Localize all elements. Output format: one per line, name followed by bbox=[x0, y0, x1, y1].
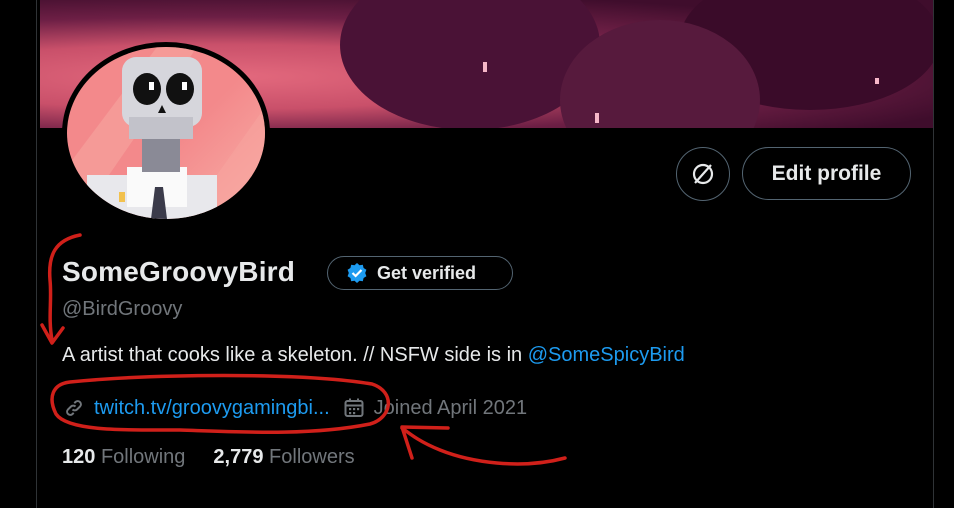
annotation-arrow-right-shaft bbox=[400, 426, 567, 466]
profile-meta: twitch.tv/groovygamingbi... Joined April… bbox=[62, 394, 527, 422]
no-entry-circle-icon bbox=[692, 163, 714, 185]
joined-date: Joined April 2021 bbox=[373, 396, 528, 419]
column-border-left bbox=[36, 0, 37, 508]
followers-label: Followers bbox=[269, 446, 355, 468]
website-link[interactable]: twitch.tv/groovygamingbi... bbox=[94, 397, 330, 420]
bio-mention-link[interactable]: @SomeSpicyBird bbox=[528, 344, 685, 366]
display-name: SomeGroovyBird bbox=[62, 256, 296, 287]
followers-count: 2,779 bbox=[213, 446, 264, 468]
annotation-arrowhead-right bbox=[400, 425, 450, 460]
column-border-right bbox=[933, 0, 934, 508]
more-options-button[interactable] bbox=[676, 147, 730, 201]
user-handle: @BirdGroovy bbox=[62, 298, 183, 320]
skeleton-avatar-image bbox=[67, 47, 265, 219]
bio-text: A artist that cooks like a skeleton. // … bbox=[62, 344, 528, 366]
profile-avatar[interactable] bbox=[62, 42, 270, 224]
edit-profile-button[interactable]: Edit profile bbox=[742, 147, 911, 200]
follow-counts: 120 Following 2,779 Followers bbox=[62, 446, 355, 469]
get-verified-label: Get verified bbox=[377, 262, 477, 283]
calendar-icon bbox=[344, 398, 364, 417]
following-label: Following bbox=[100, 446, 186, 468]
annotation-arrowhead-left bbox=[40, 323, 65, 345]
verified-badge-icon bbox=[347, 263, 367, 283]
profile-bio: A artist that cooks like a skeleton. // … bbox=[62, 344, 685, 367]
following-link[interactable]: 120 Following bbox=[62, 446, 185, 469]
following-count: 120 bbox=[62, 446, 96, 468]
link-icon bbox=[66, 400, 82, 416]
edit-profile-label: Edit profile bbox=[771, 161, 882, 185]
get-verified-button[interactable]: Get verified bbox=[327, 256, 513, 290]
followers-link[interactable]: 2,779 Followers bbox=[213, 446, 354, 469]
